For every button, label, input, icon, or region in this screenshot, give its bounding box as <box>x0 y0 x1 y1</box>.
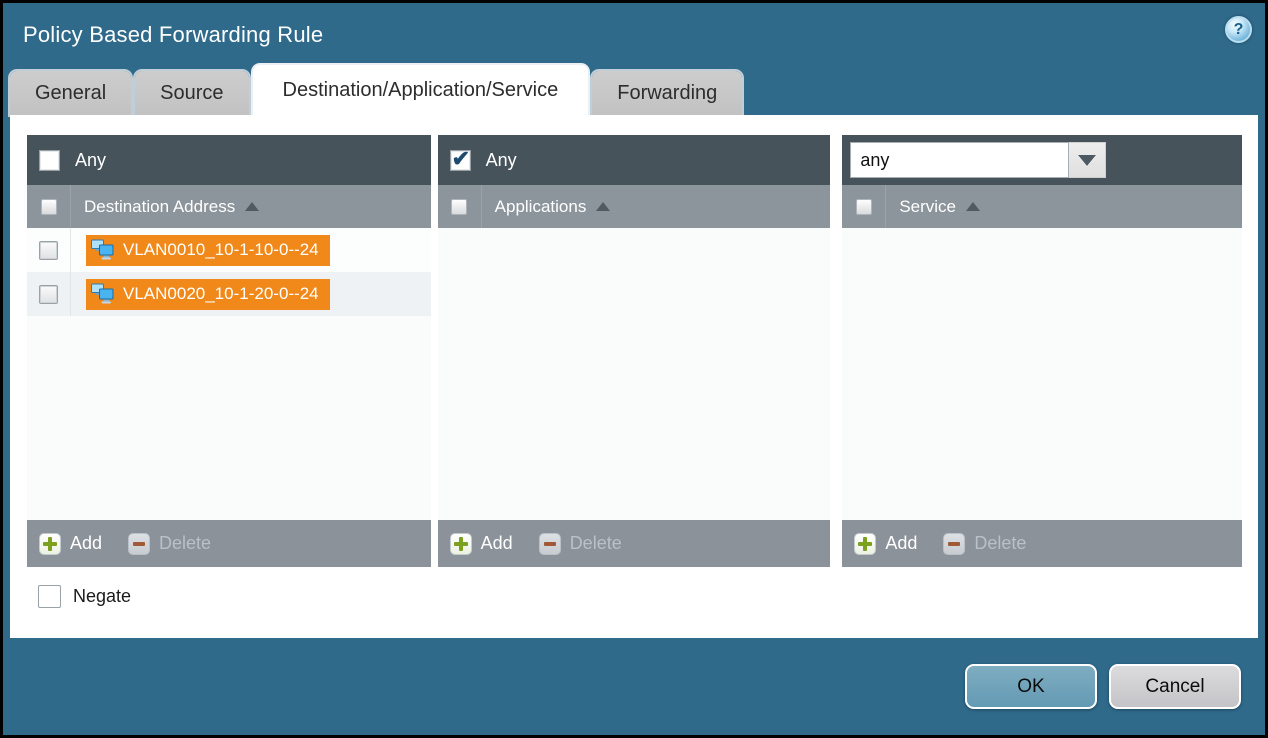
network-address-icon <box>90 239 116 261</box>
cancel-button[interactable]: Cancel <box>1109 664 1241 709</box>
row-checkbox-cell <box>27 272 71 316</box>
delete-label: Delete <box>570 533 622 554</box>
applications-select-all-checkbox[interactable] <box>451 199 467 215</box>
applications-delete-button[interactable]: Delete <box>539 533 622 555</box>
row-checkbox-cell <box>27 228 71 272</box>
tab-bar: General Source Destination/Application/S… <box>10 65 742 115</box>
network-address-icon <box>90 283 116 305</box>
service-dropdown-button[interactable] <box>1069 142 1106 178</box>
service-add-button[interactable]: Add <box>854 533 917 555</box>
sort-ascending-icon <box>596 202 610 211</box>
pbf-rule-dialog: Policy Based Forwarding Rule ? General S… <box>3 3 1265 735</box>
destination-row-vlan0020[interactable]: VLAN0020_10-1-20-0--24 <box>27 272 431 316</box>
service-column-header[interactable]: Service <box>899 197 956 217</box>
destination-any-bar: Any <box>27 135 431 185</box>
applications-add-button[interactable]: Add <box>450 533 513 555</box>
applications-footer: Add Delete <box>438 520 831 567</box>
destination-row-vlan0010[interactable]: VLAN0010_10-1-10-0--24 <box>27 228 431 272</box>
ok-button[interactable]: OK <box>965 664 1097 709</box>
address-object-chip[interactable]: VLAN0010_10-1-10-0--24 <box>86 235 330 266</box>
applications-column-header[interactable]: Applications <box>495 197 587 217</box>
service-dropdown[interactable]: any <box>850 142 1106 178</box>
service-footer: Add Delete <box>842 520 1242 567</box>
sort-ascending-icon <box>245 202 259 211</box>
applications-any-label: Any <box>486 150 517 171</box>
negate-row: Negate <box>38 585 1242 608</box>
chevron-down-icon <box>1078 155 1096 166</box>
service-delete-button[interactable]: Delete <box>943 533 1026 555</box>
destination-any-checkbox[interactable] <box>39 150 60 171</box>
applications-any-checkbox[interactable] <box>450 150 471 171</box>
tab-destination-application-service[interactable]: Destination/Application/Service <box>253 65 589 115</box>
destination-footer: Add Delete <box>27 520 431 567</box>
destination-address-panel: Any Destination Address <box>27 135 431 567</box>
plus-icon <box>39 533 61 555</box>
help-icon[interactable]: ? <box>1225 16 1252 43</box>
tab-general[interactable]: General <box>10 71 131 115</box>
row-checkbox[interactable] <box>39 285 58 304</box>
service-dropdown-bar: any <box>842 135 1242 185</box>
destination-column-header[interactable]: Destination Address <box>84 197 235 217</box>
tab-content: Any Destination Address <box>10 115 1258 638</box>
sort-ascending-icon <box>966 202 980 211</box>
negate-label: Negate <box>73 586 131 607</box>
minus-icon <box>539 533 561 555</box>
panel-columns: Any Destination Address <box>27 135 1242 567</box>
destination-any-label: Any <box>75 150 106 171</box>
service-table-header: Service <box>842 185 1242 228</box>
destination-list: VLAN0010_10-1-10-0--24 <box>27 228 431 520</box>
address-object-chip[interactable]: VLAN0020_10-1-20-0--24 <box>86 279 330 310</box>
applications-table-header: Applications <box>438 185 831 228</box>
dialog-titlebar: Policy Based Forwarding Rule ? <box>3 3 1265 65</box>
tab-forwarding[interactable]: Forwarding <box>592 71 742 115</box>
destination-select-all-cell <box>27 185 71 228</box>
address-object-label: VLAN0010_10-1-10-0--24 <box>123 240 319 260</box>
applications-panel: Any Applications Add <box>438 135 831 567</box>
destination-table-header: Destination Address <box>27 185 431 228</box>
add-label: Add <box>885 533 917 554</box>
service-select-all-checkbox[interactable] <box>856 199 872 215</box>
destination-add-button[interactable]: Add <box>39 533 102 555</box>
minus-icon <box>128 533 150 555</box>
delete-label: Delete <box>159 533 211 554</box>
address-object-label: VLAN0020_10-1-20-0--24 <box>123 284 319 304</box>
tab-source[interactable]: Source <box>135 71 248 115</box>
service-dropdown-value[interactable]: any <box>850 142 1069 178</box>
applications-select-all-cell <box>438 185 482 228</box>
delete-label: Delete <box>974 533 1026 554</box>
applications-any-bar: Any <box>438 135 831 185</box>
service-panel: any Service <box>842 135 1242 567</box>
service-select-all-cell <box>842 185 886 228</box>
applications-list <box>438 228 831 520</box>
add-label: Add <box>481 533 513 554</box>
add-label: Add <box>70 533 102 554</box>
negate-checkbox[interactable] <box>38 585 61 608</box>
service-list <box>842 228 1242 520</box>
plus-icon <box>854 533 876 555</box>
dialog-title: Policy Based Forwarding Rule <box>23 22 323 48</box>
destination-delete-button[interactable]: Delete <box>128 533 211 555</box>
destination-select-all-checkbox[interactable] <box>41 199 57 215</box>
minus-icon <box>943 533 965 555</box>
dialog-actions: OK Cancel <box>965 664 1241 709</box>
row-checkbox[interactable] <box>39 241 58 260</box>
plus-icon <box>450 533 472 555</box>
